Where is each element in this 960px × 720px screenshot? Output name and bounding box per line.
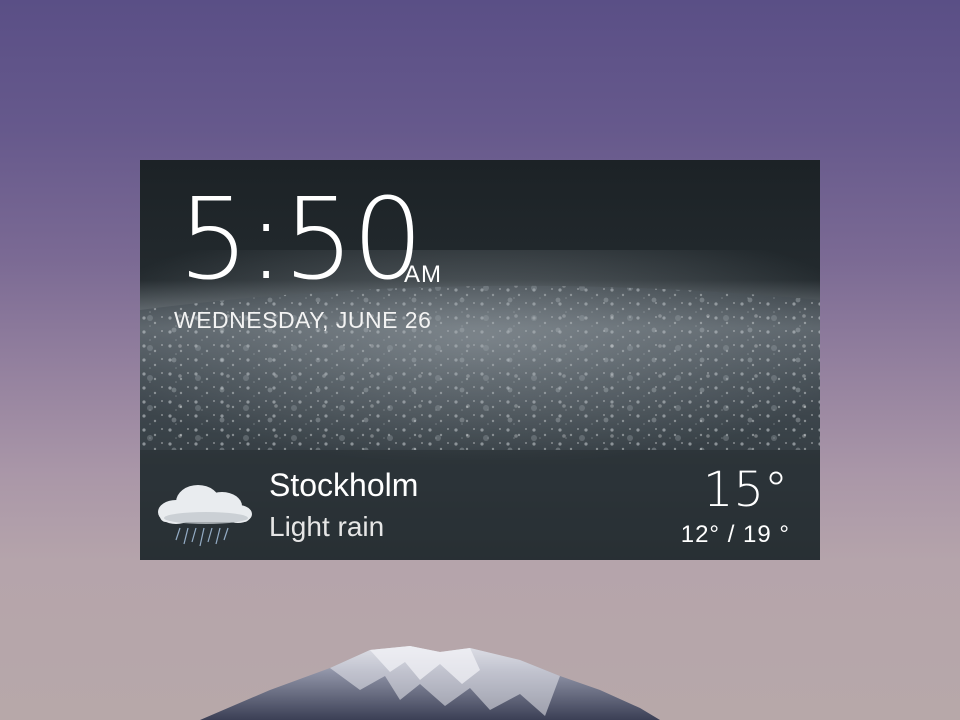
current-temperature: 15° xyxy=(702,462,788,518)
temperature-range: 12° / 19 ° xyxy=(680,521,790,548)
weather-condition: Light rain xyxy=(269,511,385,542)
clock-time[interactable]: 5:50 xyxy=(178,180,424,300)
clock-date[interactable]: WEDNESDAY, JUNE 26 xyxy=(174,306,431,334)
clock-am-pm: AM xyxy=(404,261,442,288)
rain-cloud-icon[interactable] xyxy=(146,476,256,550)
weather-city[interactable]: Stockholm xyxy=(269,466,418,504)
clock-weather-widget[interactable]: 5:50 AM WEDNESDAY, JUNE 26 Stockholm Lig… xyxy=(140,160,820,560)
